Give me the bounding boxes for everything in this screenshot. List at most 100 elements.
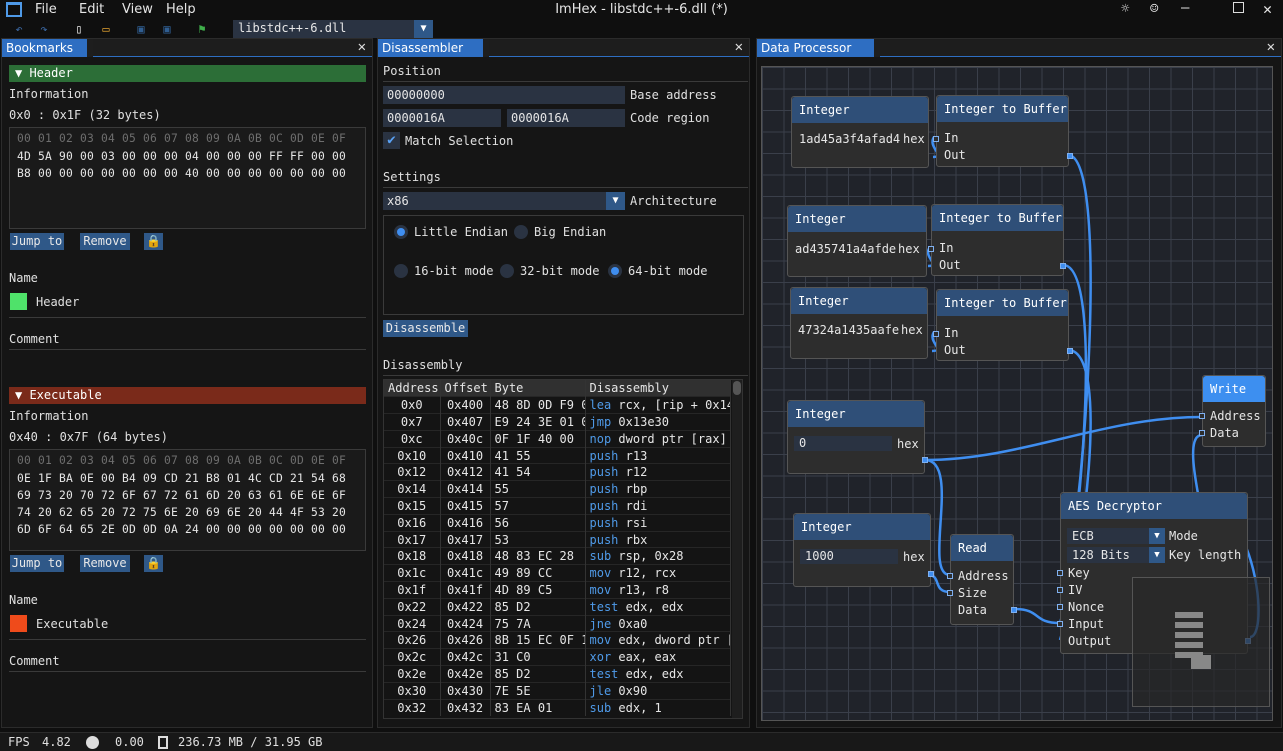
color-swatch[interactable] [10,615,27,632]
integer-node[interactable]: Integer 1000 hex [793,513,934,587]
column-header[interactable]: Byte [490,380,586,397]
integer-node[interactable]: Integer ad435741a4afde hex [787,205,927,277]
read-node[interactable]: Read Address Size Data [947,534,1017,625]
bookmark-name-value[interactable]: Executable [36,617,108,631]
input-pin[interactable] [1199,413,1205,419]
mode-select[interactable]: ECB ▼ [1067,528,1165,544]
jump-to-button[interactable]: Jump to [10,233,64,250]
table-row[interactable]: 0x26 0x426 8B 15 EC 0F 1 mov edx, dword ptr… [384,631,731,649]
close-icon[interactable]: ✕ [358,39,366,56]
lock-icon[interactable]: 🔒 [144,233,163,250]
table-row[interactable]: 0x17 0x417 53 push rbx [384,530,731,548]
output-pin[interactable] [928,571,934,577]
output-pin[interactable] [922,457,928,463]
table-row[interactable]: 0x16 0x416 56 push rsi [384,513,731,532]
bug-icon[interactable]: ☼ [1121,1,1129,17]
input-pin[interactable] [1199,430,1205,436]
table-row[interactable]: 0x12 0x412 41 54 push r12 [384,463,731,481]
integer-value[interactable]: ad435741a4afde [795,242,896,256]
code-region-start-input[interactable]: 0000016A [383,109,501,127]
integer-value[interactable]: 1ad45a3f4afad4 [799,132,900,146]
mode-64-radio[interactable] [608,264,622,278]
save-icon[interactable]: ▣ [134,22,148,36]
table-row[interactable]: 0xc 0x40c 0F 1F 40 00 nop dword ptr [rax] [384,429,731,448]
table-row[interactable]: 0x18 0x418 48 83 EC 28 sub rsp, 0x28 [384,547,731,565]
node-minimap[interactable] [1132,577,1270,707]
lock-icon[interactable]: 🔒 [144,555,163,572]
chevron-down-icon[interactable]: ▼ [1149,547,1165,563]
input-pin[interactable] [1057,604,1063,610]
save-as-icon[interactable]: ▣ [160,22,174,36]
bookmark-header-bar[interactable]: ▼ Executable [9,387,366,404]
integer-node[interactable]: Integer 1ad45a3f4afad4 hex [791,96,929,168]
input-pin[interactable] [933,136,939,142]
smiley-icon[interactable]: ☺ [1150,1,1158,17]
architecture-select[interactable]: x86 ▼ [383,192,625,210]
bookmark-header-bar[interactable]: ▼ Header [9,65,366,82]
input-pin[interactable] [947,590,953,596]
integer-node[interactable]: Integer 0 hex [787,400,928,474]
key-length-select[interactable]: 128 Bits ▼ [1067,547,1165,563]
table-row[interactable]: 0x10 0x410 41 55 push r13 [384,446,731,464]
write-node[interactable]: Write Address Data [1199,375,1266,447]
column-header[interactable]: Disassembly [585,380,731,397]
chevron-down-icon[interactable]: ▼ [414,20,433,38]
table-row[interactable]: 0x2c 0x42c 31 C0 xor eax, eax [384,648,731,666]
scrollbar-thumb[interactable] [733,381,741,395]
integer-value-input[interactable]: 1000 [800,549,898,564]
close-icon[interactable]: ✕ [735,39,743,56]
table-row[interactable]: 0x1f 0x41f 4D 89 C5 mov r13, r8 [384,581,731,599]
redo-icon[interactable]: ↷ [37,22,51,36]
integer-value-input[interactable]: 0 [794,436,892,451]
output-pin[interactable] [1067,153,1073,159]
code-region-end-input[interactable]: 0000016A [507,109,625,127]
bookmark-name-value[interactable]: Header [36,295,79,309]
undo-icon[interactable]: ↶ [12,22,26,36]
input-pin[interactable] [928,246,934,252]
close-icon[interactable]: ✕ [1267,39,1275,56]
remove-button[interactable]: Remove [80,233,130,250]
maximize-icon[interactable] [1233,2,1244,13]
node-editor-canvas[interactable]: Integer 1ad45a3f4afad4 hex Integer to Bu… [761,66,1273,721]
tab-disassembler[interactable]: Disassembler [378,39,489,57]
new-file-icon[interactable]: ▯ [72,22,86,36]
mode-32-radio[interactable] [500,264,514,278]
column-header[interactable]: Offset [440,380,491,397]
input-pin[interactable] [1057,570,1063,576]
table-row[interactable]: 0x32 0x432 83 EA 01 sub edx, 1 [384,698,731,716]
open-file-icon[interactable]: ▭ [99,22,113,36]
close-icon[interactable]: ✕ [1263,0,1272,18]
integer-to-buffer-node[interactable]: Integer to Buffer In Out [933,95,1073,167]
disassemble-button[interactable]: Disassemble [383,320,468,337]
remove-button[interactable]: Remove [80,555,130,572]
input-pin[interactable] [947,573,953,579]
mode-16-radio[interactable] [394,264,408,278]
table-row[interactable]: 0x2e 0x42e 85 D2 test edx, edx [384,665,731,683]
bookmark-icon[interactable]: ⚑ [195,22,209,36]
match-selection-checkbox[interactable]: ✔ [383,132,400,149]
input-pin[interactable] [1057,621,1063,627]
minimize-icon[interactable]: — [1181,0,1189,16]
chevron-down-icon[interactable]: ▼ [606,192,625,210]
table-row[interactable]: 0x7 0x407 E9 24 3E 01 0 jmp 0x13e30 [384,413,731,431]
input-pin[interactable] [933,331,939,337]
table-row[interactable]: 0x30 0x430 7E 5E jle 0x90 [384,681,731,700]
big-endian-radio[interactable] [514,225,528,239]
output-pin[interactable] [1067,348,1073,354]
table-row[interactable]: 0x15 0x415 57 push rdi [384,497,731,515]
tab-data-processor[interactable]: Data Processor [757,39,880,57]
table-row[interactable]: 0x24 0x424 75 7A jne 0xa0 [384,614,731,632]
jump-to-button[interactable]: Jump to [10,555,64,572]
column-header[interactable]: Address [384,380,441,397]
integer-node[interactable]: Integer 47324a1435aafe hex [790,287,928,359]
table-row[interactable]: 0x1c 0x41c 49 89 CC mov r12, rcx [384,564,731,582]
integer-to-buffer-node[interactable]: Integer to Buffer In Out [928,204,1066,276]
color-swatch[interactable] [10,293,27,310]
table-row[interactable]: 0x0 0x400 48 8D 0D F9 0 lea rcx, [rip + 0x1… [384,396,731,414]
table-row[interactable]: 0x22 0x422 85 D2 test edx, edx [384,597,731,616]
tab-bookmarks[interactable]: Bookmarks [2,39,93,57]
base-address-input[interactable]: 00000000 [383,86,625,104]
output-pin[interactable] [1060,263,1066,269]
little-endian-radio[interactable] [394,225,408,239]
table-row[interactable]: 0x14 0x414 55 push rbp [384,480,731,498]
